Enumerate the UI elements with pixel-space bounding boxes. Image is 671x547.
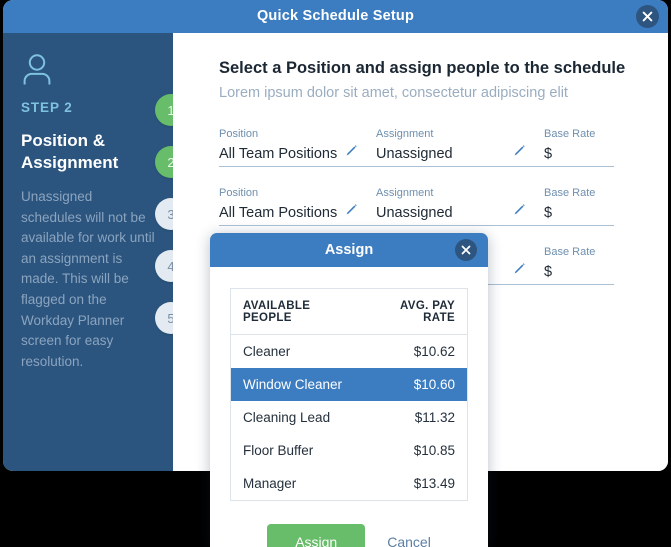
available-people-table: AVAILABLE PEOPLE AVG. PAY RATE Cleaner $…	[230, 288, 468, 501]
assignment-label-1: Assignment	[376, 128, 434, 140]
table-row[interactable]: Floor Buffer $10.85	[231, 434, 468, 467]
close-icon[interactable]	[636, 5, 659, 28]
person-rate: $11.32	[414, 410, 455, 425]
assignment-field-2: Assignment Unassigned	[376, 186, 544, 226]
step-description: Unassigned schedules will not be availab…	[21, 188, 155, 369]
assign-modal-title: Assign	[324, 242, 374, 258]
step-number-label: STEP 2	[21, 100, 73, 115]
base-rate-field-1: Base Rate $	[544, 127, 614, 167]
pencil-icon[interactable]	[512, 144, 526, 163]
person-rate: $13.49	[413, 476, 455, 491]
assignment-row-1: Position All Team Positions Assignment U…	[219, 127, 638, 167]
assign-button[interactable]: Assign	[267, 524, 366, 547]
base-rate-label-2: Base Rate	[544, 187, 596, 199]
pencil-icon[interactable]	[512, 262, 526, 281]
position-value-1[interactable]: All Team Positions	[219, 145, 337, 163]
window-title: Quick Schedule Setup	[256, 8, 415, 24]
base-rate-field-3: Base Rate $	[544, 245, 614, 285]
window-titlebar: Quick Schedule Setup	[3, 0, 668, 33]
cancel-button[interactable]: Cancel	[387, 534, 431, 547]
person-name: Floor Buffer	[243, 443, 314, 458]
person-rate: $10.60	[363, 368, 468, 401]
page-title: Select a Position and assign people to t…	[219, 59, 626, 77]
assignment-field-1: Assignment Unassigned	[376, 127, 544, 167]
step-title: Position & Assignment	[21, 131, 119, 173]
person-rate: $10.62	[413, 344, 455, 359]
assignment-row-2: Position All Team Positions Assignment U…	[219, 186, 638, 226]
person-name: Window Cleaner	[230, 368, 364, 401]
assign-modal: Assign AVAILABLE PEOPLE AVG. PAY RATE Cl…	[210, 233, 488, 547]
close-icon[interactable]	[455, 239, 477, 261]
column-header-avg-pay-rate: AVG. PAY RATE	[363, 288, 468, 335]
person-name: Cleaning Lead	[243, 410, 331, 425]
table-row[interactable]: Manager $13.49	[231, 467, 468, 501]
base-rate-label-3: Base Rate	[544, 246, 596, 258]
wizard-sidebar: STEP 2 Position & Assignment Unassigned …	[3, 33, 173, 471]
base-rate-value-2[interactable]: $	[544, 204, 552, 222]
pencil-icon[interactable]	[512, 203, 526, 222]
position-field-2: Position All Team Positions	[219, 186, 376, 226]
page-subtitle: Lorem ipsum dolor sit amet, consectetur …	[219, 85, 568, 101]
assignment-label-2: Assignment	[376, 187, 434, 199]
base-rate-field-2: Base Rate $	[544, 186, 614, 226]
base-rate-label-1: Base Rate	[544, 128, 596, 140]
assign-modal-body: AVAILABLE PEOPLE AVG. PAY RATE Cleaner $…	[210, 267, 488, 547]
screen: Quick Schedule Setup STEP 2 Position & A…	[0, 0, 671, 547]
assignment-value-1[interactable]: Unassigned	[376, 145, 453, 163]
base-rate-value-3[interactable]: $	[544, 263, 552, 281]
position-label-1: Position	[219, 128, 259, 140]
position-label-2: Position	[219, 187, 259, 199]
position-value-2[interactable]: All Team Positions	[219, 204, 337, 222]
person-name: Cleaner	[243, 344, 291, 359]
person-rate: $10.85	[413, 443, 455, 458]
table-header-row: AVAILABLE PEOPLE AVG. PAY RATE	[230, 288, 468, 335]
assign-modal-titlebar: Assign	[210, 233, 488, 267]
assign-modal-actions: Assign Cancel	[230, 524, 468, 547]
assignment-value-2[interactable]: Unassigned	[376, 204, 453, 222]
base-rate-value-1[interactable]: $	[544, 145, 552, 163]
table-row[interactable]: Cleaning Lead $11.32	[231, 401, 468, 434]
person-icon	[21, 53, 155, 92]
person-name: Manager	[243, 476, 297, 491]
table-row[interactable]: Window Cleaner $10.60	[230, 368, 468, 401]
pencil-icon[interactable]	[344, 144, 358, 163]
pencil-icon[interactable]	[344, 203, 358, 222]
position-field-1: Position All Team Positions	[219, 127, 376, 167]
column-header-available-people: AVAILABLE PEOPLE	[230, 288, 364, 335]
table-row[interactable]: Cleaner $10.62	[231, 335, 468, 369]
